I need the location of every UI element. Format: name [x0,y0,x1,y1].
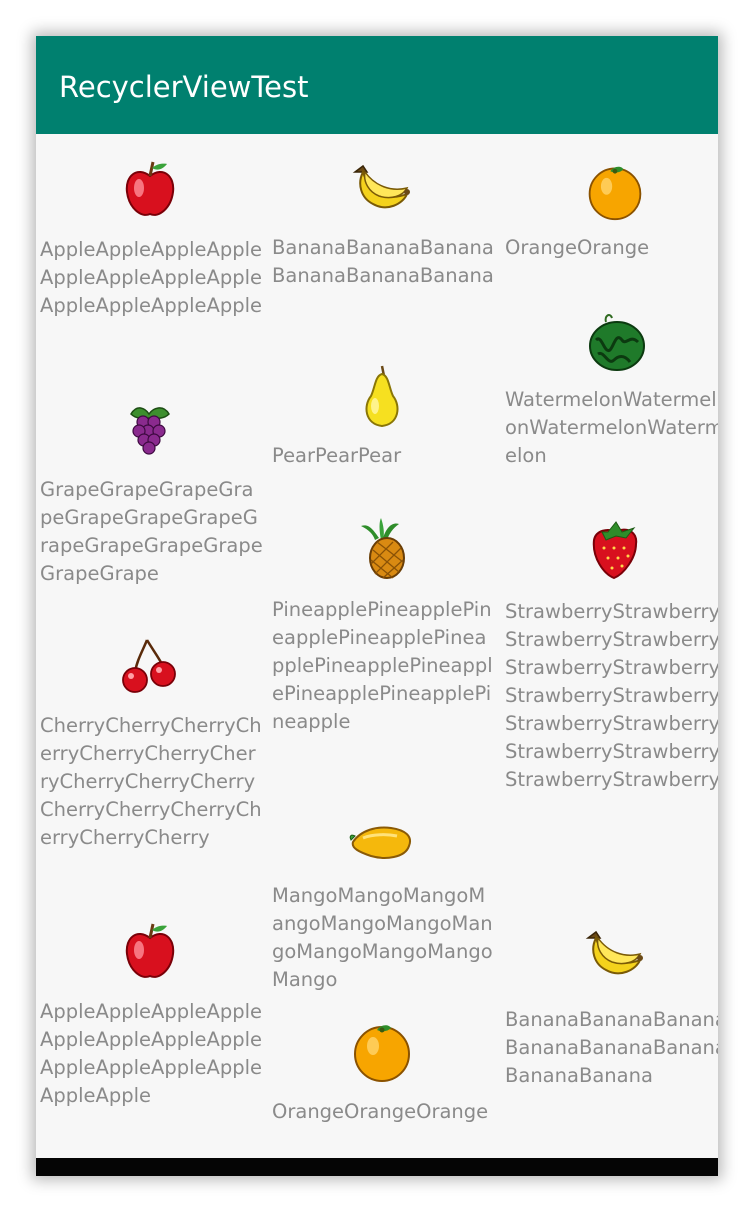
fruit-item-strawberry[interactable]: StrawberryStrawberryStrawberryStrawberry… [501,518,718,794]
apple-icon [125,923,174,978]
watermelon-icon [588,314,645,371]
orange-icon [353,1025,410,1082]
fruit-name: CherryCherryCherryCherryCherryCherryCher… [40,714,262,849]
fruit-name: StrawberryStrawberryStrawberryStrawberry… [505,600,718,791]
pear-icon [364,365,399,428]
fruit-name: AppleAppleAppleAppleAppleAppleAppleApple… [40,238,263,317]
fruit-name: BananaBananaBananaBananaBananaBananaBana… [505,1008,718,1087]
apple-icon [125,161,174,216]
fruit-item-banana[interactable]: BananaBananaBananaBananaBananaBananaBana… [501,924,718,1090]
fruit-item-watermelon[interactable]: WatermelonWatermelonWatermelonWatermelon [501,310,718,470]
fruit-name: BananaBananaBananaBananaBananaBanana [272,236,494,287]
fruit-item-apple[interactable]: AppleAppleAppleAppleAppleAppleAppleApple… [36,918,263,1110]
fruit-name: OrangeOrangeOrange [272,1100,489,1123]
fruit-item-cherry[interactable]: CherryCherryCherryCherryCherryCherryCher… [36,632,263,852]
fruit-name: PearPearPear [272,444,402,467]
fruit-name: AppleAppleAppleAppleAppleAppleAppleApple… [40,1000,263,1107]
cherry-icon [121,639,176,693]
grape-icon [129,407,170,455]
fruit-item-orange[interactable]: OrangeOrangeOrange [268,1018,495,1126]
fruit-name: MangoMangoMangoMangoMangoMangoMangoMango… [272,884,493,991]
app-title: RecyclerViewTest [59,70,309,104]
phone-screen: RecyclerViewTest AppleAppleAppleAppleApp… [36,36,718,1176]
fruit-item-mango[interactable]: MangoMangoMangoMangoMangoMangoMangoMango… [268,818,495,994]
strawberry-icon [592,521,637,580]
fruit-item-pear[interactable]: PearPearPear [268,362,495,470]
navigation-bar [36,1158,718,1176]
banana-icon [352,164,410,209]
fruit-item-banana[interactable]: BananaBananaBananaBananaBananaBanana [268,158,495,290]
fruit-item-orange[interactable]: OrangeOrange [501,160,718,262]
app-bar: RecyclerViewTest [36,36,718,134]
orange-icon [588,166,641,221]
fruit-name: OrangeOrange [505,236,650,259]
fruit-item-grape[interactable]: GrapeGrapeGrapeGrapeGrapeGrapeGrapeGrape… [36,396,263,588]
fruit-name: WatermelonWatermelonWatermelonWatermelon [505,388,718,467]
pineapple-icon [360,518,405,579]
fruit-name: PineapplePineapplePineapplePineapplePine… [272,598,493,733]
fruit-item-pineapple[interactable]: PineapplePineapplePineapplePineapplePine… [268,516,495,736]
mango-icon [349,826,411,859]
fruit-name: GrapeGrapeGrapeGrapeGrapeGrapeGrapeGrape… [40,478,263,585]
fruit-item-apple[interactable]: AppleAppleAppleAppleAppleAppleAppleApple… [36,156,263,320]
banana-icon [585,930,643,975]
